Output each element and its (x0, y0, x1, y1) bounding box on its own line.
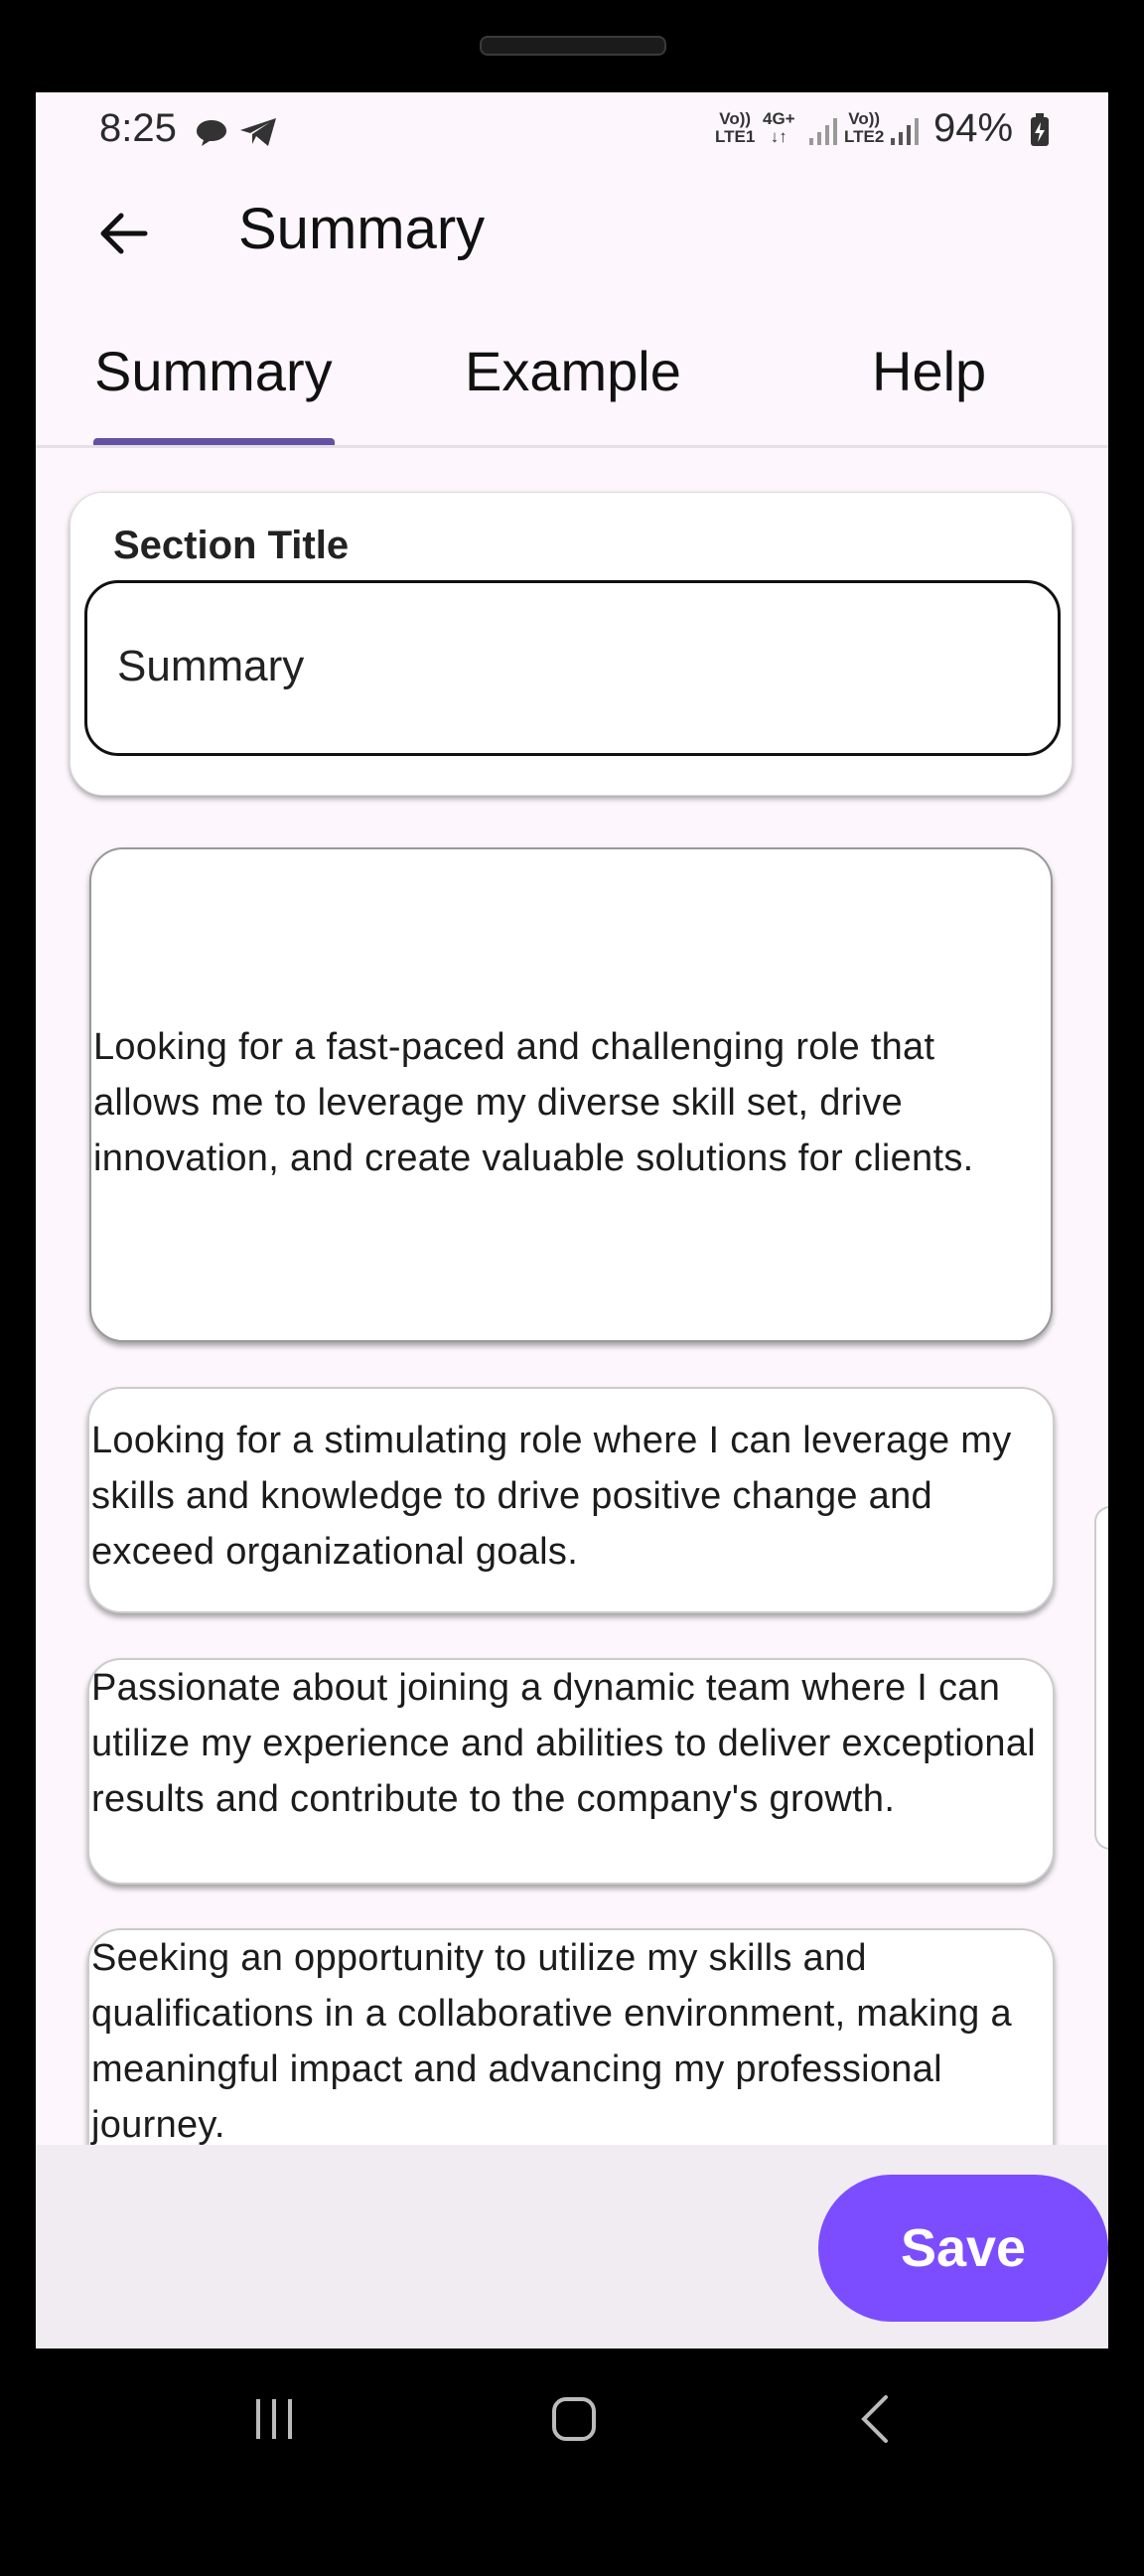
summary-option-text: Looking for a stimulating role where I c… (91, 1420, 1012, 1573)
sim1-volte-label: Vo)) LTE1 (715, 109, 756, 146)
summary-option-2[interactable]: Looking for a stimulating role where I c… (87, 1387, 1055, 1613)
home-button[interactable] (544, 2389, 604, 2449)
signal-icon-2 (890, 116, 922, 151)
recent-apps-button[interactable] (244, 2389, 304, 2449)
summary-option-1[interactable]: Looking for a fast-paced and challenging… (89, 847, 1053, 1342)
back-button[interactable] (91, 202, 155, 265)
home-icon (552, 2397, 596, 2441)
summary-option-text: Passionate about joining a dynamic team … (91, 1667, 1037, 1820)
sim2-volte-label: Vo)) LTE2 (844, 109, 885, 146)
battery-percent: 94% (933, 106, 1014, 150)
save-button[interactable]: Save (818, 2175, 1108, 2322)
message-icon (195, 118, 228, 153)
summary-option-text: Seeking an opportunity to utilize my ski… (91, 1937, 1012, 2146)
status-time: 8:25 (99, 106, 177, 150)
recent-apps-icon (256, 2399, 292, 2439)
back-nav-button[interactable] (846, 2389, 906, 2449)
battery-charging-icon (1029, 112, 1051, 153)
section-title-value[interactable]: Summary (117, 642, 304, 691)
telegram-icon (238, 116, 278, 153)
chevron-left-icon (861, 2395, 888, 2443)
app-screen: 8:25 Vo)) LTE1 4G+ ↓↑ Vo)) LTE2 94% Summ… (36, 92, 1108, 2349)
tab-summary[interactable]: Summary (94, 339, 333, 403)
status-bar: 8:25 Vo)) LTE1 4G+ ↓↑ Vo)) LTE2 94% (36, 92, 1108, 172)
arrow-back-icon (100, 213, 148, 254)
network-type-label: 4G+ ↓↑ (763, 109, 795, 146)
section-title-label: Section Title (113, 524, 350, 567)
tab-help[interactable]: Help (872, 339, 986, 403)
page-title: Summary (238, 197, 486, 261)
summary-option-text: Looking for a fast-paced and challenging… (93, 1026, 974, 1179)
scroll-edge-handle[interactable] (1094, 1506, 1108, 1850)
signal-icon (808, 116, 840, 151)
tab-divider (36, 445, 1108, 448)
tab-example[interactable]: Example (465, 339, 681, 403)
summary-option-3[interactable]: Passionate about joining a dynamic team … (87, 1658, 1055, 1885)
earpiece-speaker (480, 36, 666, 56)
